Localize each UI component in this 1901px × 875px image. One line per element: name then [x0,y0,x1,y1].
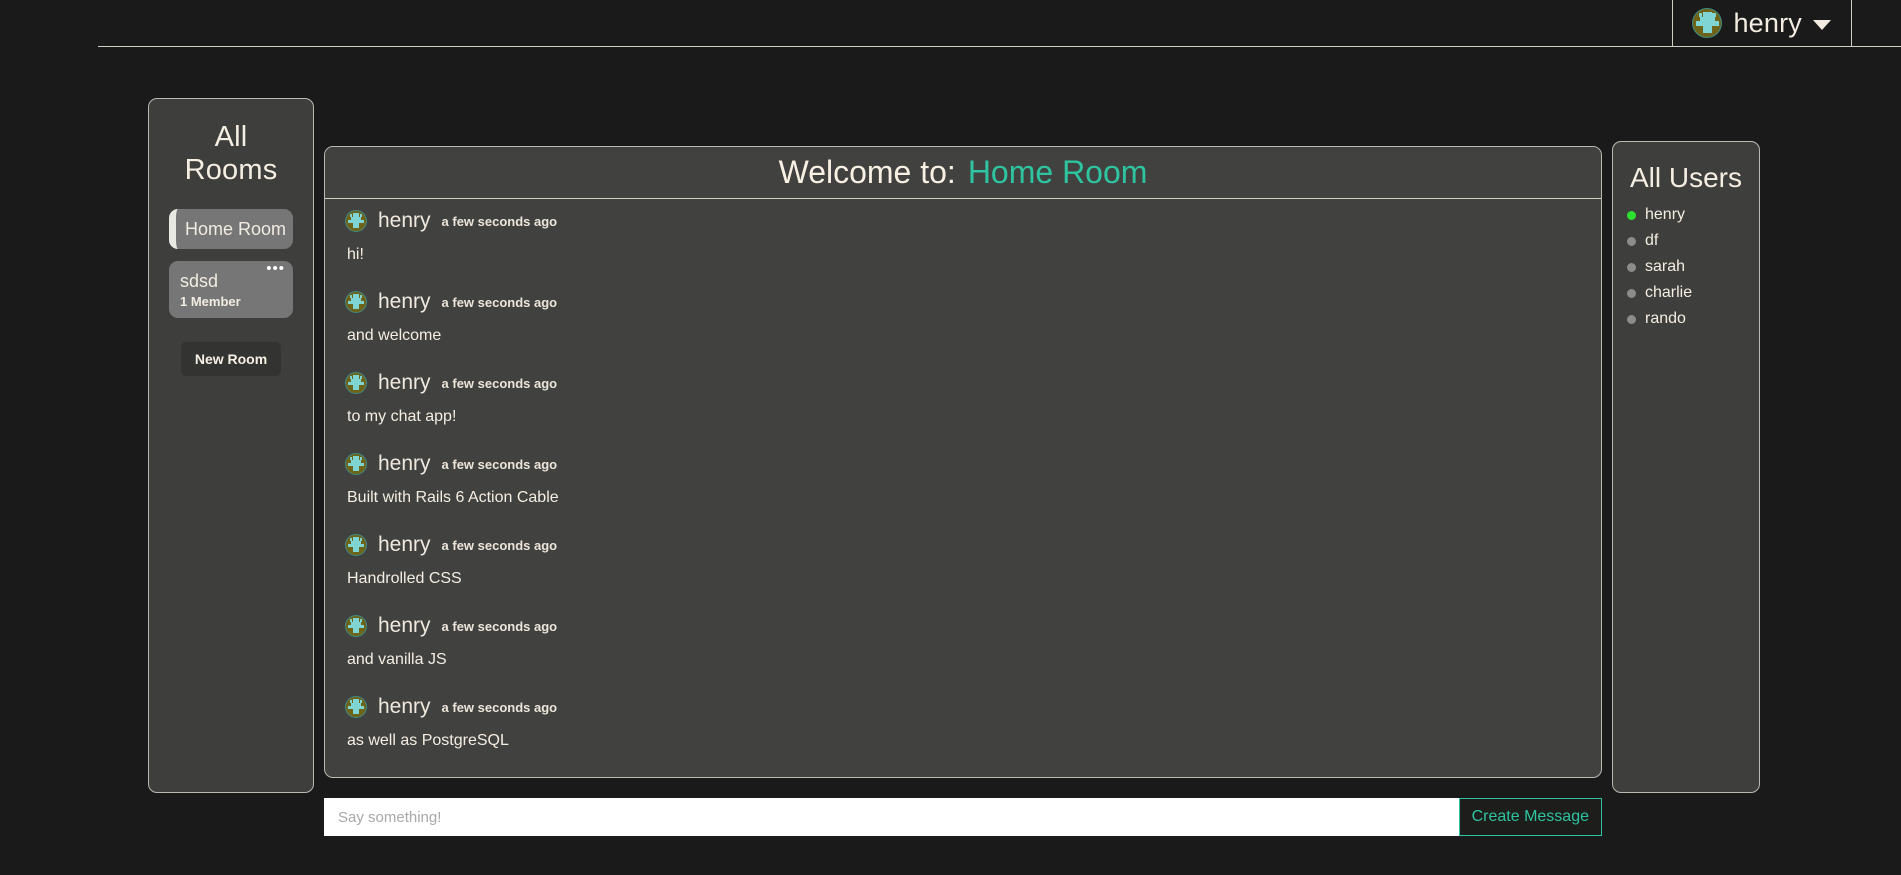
message-header: henry a few seconds ago [345,290,1581,314]
user-status-dot [1627,236,1636,246]
user-status-dot [1627,288,1636,298]
message-timestamp: a few seconds ago [441,537,558,553]
message-body: hi! [347,246,364,263]
message-input[interactable] [324,798,1459,836]
message-body: and vanilla JS [347,651,447,668]
user-status-dot [1627,210,1636,220]
create-message-button[interactable]: Create Message [1458,798,1602,836]
message-timestamp: a few seconds ago [441,213,558,229]
message-author: henry [378,614,431,637]
chevron-down-icon[interactable] [1813,20,1831,30]
users-panel-title: All Users [1629,162,1742,193]
message-author: henry [378,209,431,232]
pixel-avatar-icon [345,534,367,556]
ellipsis-icon[interactable]: ••• [266,261,285,276]
pixel-avatar-icon [345,372,367,394]
message-timestamp: a few seconds ago [441,375,558,391]
message-header: henry a few seconds ago [345,695,1581,719]
message-header: henry a few seconds ago [345,209,1581,233]
message-author: henry [378,695,431,718]
pixel-avatar-icon [345,291,367,313]
message-header: henry a few seconds ago [345,614,1581,638]
user-list-item[interactable]: df [1627,232,1745,250]
message-author: henry [378,533,431,556]
new-room-button[interactable]: New Room [180,342,282,376]
room-list-item[interactable]: Home Room [169,209,293,249]
rooms-list: Home Room ••• sdsd 1 Member [165,209,297,318]
users-list: henry df sarah charlie rando [1627,206,1745,328]
user-status-dot [1627,314,1636,324]
user-name: df [1645,232,1659,249]
header-divider [98,46,1901,47]
user-name: charlie [1645,284,1693,301]
chat-message: henry a few seconds ago and welcome [345,280,1581,345]
rooms-panel-title: All Rooms [184,121,278,186]
message-author: henry [378,290,431,313]
message-body: to my chat app! [347,408,457,425]
chat-message: henry a few seconds ago hi! [345,199,1581,264]
user-name: henry [1645,206,1686,223]
message-body: Built with Rails 6 Action Cable [347,489,559,506]
message-timestamp: a few seconds ago [441,699,558,715]
message-timestamp: a few seconds ago [441,456,558,472]
welcome-label: Welcome to: [778,154,956,190]
chat-message: henry a few seconds ago and vanilla JS [345,604,1581,669]
message-timestamp: a few seconds ago [441,618,558,634]
chat-header: Welcome to: Home Room [325,147,1601,199]
user-account-menu[interactable]: henry [1672,0,1852,47]
message-header: henry a few seconds ago [345,533,1581,557]
chat-message: henry a few seconds ago Built with Rails 6… [345,442,1581,507]
pixel-avatar-icon [345,453,367,475]
user-menu-label: henry [1733,7,1802,38]
user-status-dot [1627,262,1636,272]
message-list[interactable]: henry a few seconds ago hi! henry a few seco… [325,199,1601,777]
message-header: henry a few seconds ago [345,452,1581,476]
pixel-avatar-icon [1692,8,1723,38]
room-member-count: 1 Member [180,294,241,309]
current-room-title: Home Room [967,154,1148,190]
message-timestamp: a few seconds ago [441,294,558,310]
pixel-avatar-icon [345,696,367,718]
app-stage: All Rooms Home Room ••• sdsd 1 Member New R… [0,48,1901,875]
users-sidebar: All Users henry df sarah charlie rando [1612,141,1760,793]
message-composer: Create Message [324,798,1602,836]
message-author: henry [378,452,431,475]
chat-message: henry a few seconds ago to my chat app! [345,361,1581,426]
user-list-item[interactable]: henry [1627,206,1745,224]
message-body: as well as PostgreSQL [347,732,509,749]
pixel-avatar-icon [345,210,367,232]
user-list-item[interactable]: sarah [1627,258,1745,276]
user-name: rando [1645,310,1686,327]
chat-message: henry a few seconds ago Handrolled CSS [345,523,1581,588]
user-name: sarah [1645,258,1686,275]
message-author: henry [378,371,431,394]
room-list-item[interactable]: ••• sdsd 1 Member [169,261,293,318]
chat-message: henry a few seconds ago as well as Postgre… [345,685,1581,750]
message-body: and welcome [347,327,442,344]
message-body: Handrolled CSS [347,570,462,587]
room-name: Home Room [185,219,287,239]
pixel-avatar-icon [345,615,367,637]
user-list-item[interactable]: rando [1627,310,1745,328]
top-header-bar: henry [0,0,1901,48]
message-header: henry a few seconds ago [345,371,1581,395]
user-list-item[interactable]: charlie [1627,284,1745,302]
chat-panel: Welcome to: Home Room henry a few seconds… [324,146,1602,778]
rooms-sidebar: All Rooms Home Room ••• sdsd 1 Member New R… [148,98,314,793]
